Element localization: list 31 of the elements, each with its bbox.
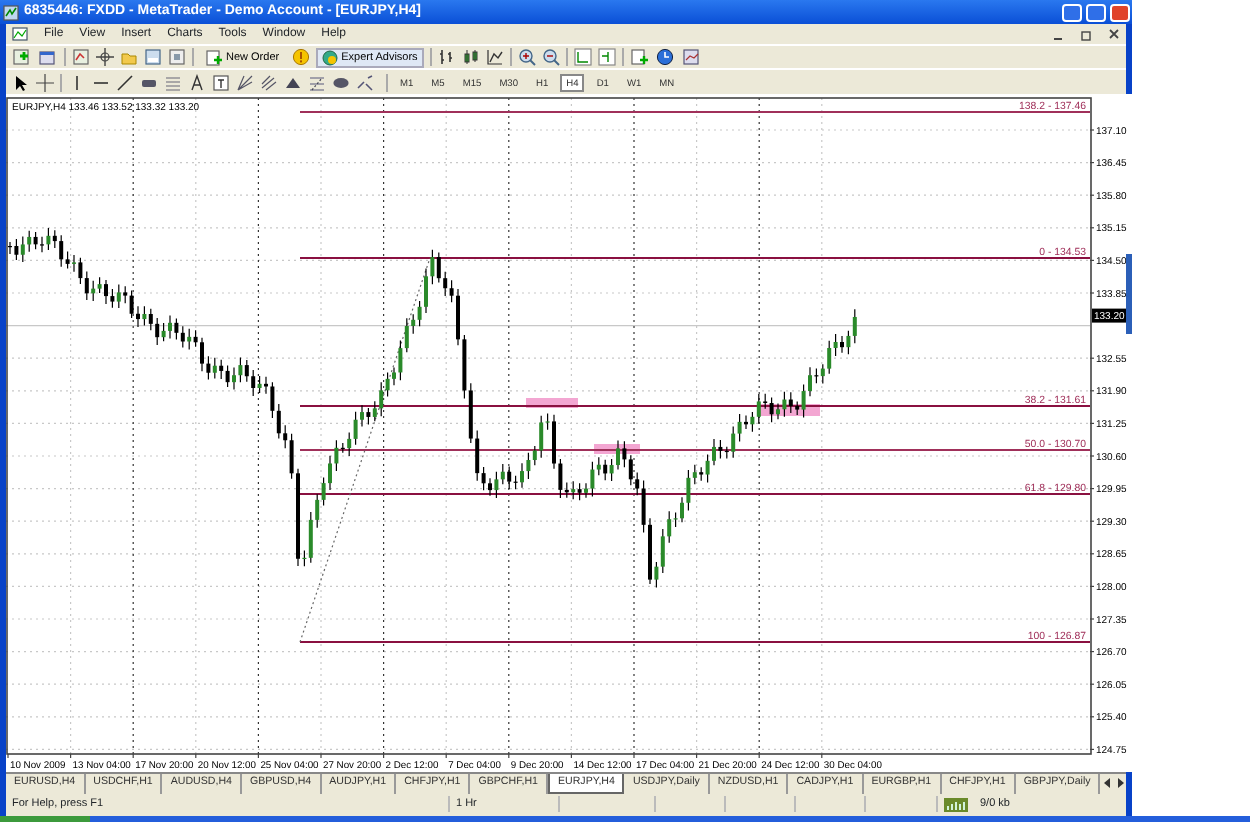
fibonacci-fan-icon[interactable]	[236, 73, 254, 91]
scrollbar-thumb	[1126, 254, 1132, 334]
connection-icon	[944, 797, 968, 811]
line-chart-icon[interactable]	[485, 48, 504, 66]
fibonacci-retracement-icon[interactable]	[308, 73, 326, 91]
triangle-icon[interactable]	[284, 73, 302, 91]
start-button[interactable]	[0, 816, 90, 822]
restore-icon[interactable]	[1080, 27, 1092, 41]
close-button[interactable]	[1110, 3, 1130, 21]
templates-icon[interactable]	[681, 48, 702, 66]
warning-icon[interactable]	[291, 48, 310, 66]
cursor-icon[interactable]	[12, 73, 30, 91]
app-icon[interactable]	[2, 3, 20, 21]
text-label-icon[interactable]	[212, 73, 230, 91]
minimize-button[interactable]	[1062, 3, 1082, 21]
bar-chart-icon[interactable]	[437, 48, 456, 66]
expert-advisors-icon	[321, 49, 338, 65]
close-icon[interactable]	[1108, 27, 1120, 41]
maximize-button[interactable]	[1086, 3, 1106, 21]
highlight-rectangle	[526, 398, 578, 408]
zoom-out-icon[interactable]	[541, 48, 560, 66]
trendline-icon[interactable]	[116, 73, 134, 91]
window-icon[interactable]	[38, 48, 58, 66]
zoom-in-icon[interactable]	[517, 48, 536, 66]
clock-icon[interactable]	[655, 48, 676, 66]
text-icon[interactable]	[188, 73, 206, 91]
chart-window-icon[interactable]	[12, 26, 28, 42]
crosshair-icon[interactable]	[36, 73, 54, 91]
crosshair-icon[interactable]	[96, 48, 114, 66]
candlestick-icon[interactable]	[461, 48, 480, 66]
ellipse-icon[interactable]	[332, 73, 350, 91]
